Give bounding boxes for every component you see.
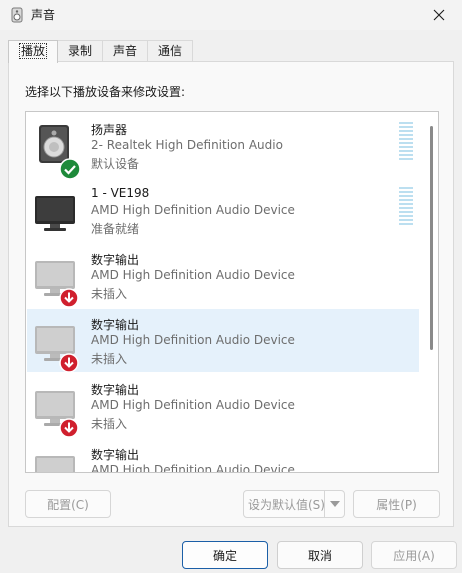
device-status: 准备就绪 (91, 222, 140, 236)
device-item[interactable]: 数字输出 AMD High Definition Audio Device 未插… (27, 374, 419, 438)
unplugged-badge-icon (59, 418, 79, 438)
unplugged-badge-icon (59, 288, 79, 308)
close-button[interactable] (416, 0, 462, 30)
device-description: AMD High Definition Audio Device (91, 398, 295, 412)
chevron-down-icon (329, 501, 340, 507)
device-item[interactable]: 扬声器 2- Realtek High Definition Audio 默认设… (27, 114, 419, 180)
close-icon (433, 9, 445, 21)
volume-meter (399, 122, 413, 162)
device-status: 未插入 (91, 352, 128, 366)
device-description: AMD High Definition Audio Device (91, 463, 295, 473)
window-title: 声音 (31, 8, 56, 22)
apply-button[interactable]: 应用(A) (371, 541, 457, 569)
monitor-icon (35, 196, 75, 231)
tab-strip: 播放 录制 声音 通信 (8, 40, 194, 63)
device-name: 数字输出 (91, 448, 140, 462)
device-name: 数字输出 (91, 253, 140, 267)
device-status: 未插入 (91, 417, 128, 431)
device-item[interactable]: 数字输出 AMD High Definition Audio Device (27, 439, 419, 473)
instruction-text: 选择以下播放设备来修改设置: (25, 85, 186, 99)
device-name: 数字输出 (91, 383, 140, 397)
tab-recording[interactable]: 录制 (57, 40, 104, 62)
device-description: 2- Realtek High Definition Audio (91, 138, 283, 152)
tab-sounds[interactable]: 声音 (102, 40, 149, 62)
device-name: 数字输出 (91, 318, 140, 332)
device-description: AMD High Definition Audio Device (91, 203, 295, 217)
device-status: 默认设备 (91, 157, 140, 171)
speaker-icon (11, 7, 23, 23)
device-item[interactable]: 数字输出 AMD High Definition Audio Device 未插… (27, 244, 419, 308)
cancel-button[interactable]: 取消 (277, 541, 363, 569)
scrollbar-thumb[interactable] (430, 126, 433, 350)
title-bar: 声音 (0, 0, 462, 30)
unplugged-badge-icon (59, 353, 79, 373)
device-description: AMD High Definition Audio Device (91, 333, 295, 347)
device-item-selected[interactable]: 数字输出 AMD High Definition Audio Device 未插… (27, 309, 419, 373)
set-default-dropdown[interactable] (324, 491, 344, 517)
tab-playback[interactable]: 播放 (8, 40, 59, 63)
device-description: AMD High Definition Audio Device (91, 268, 295, 282)
device-name: 扬声器 (91, 123, 128, 137)
monitor-unplugged-icon (35, 456, 75, 472)
volume-meter (399, 187, 413, 227)
set-default-button[interactable]: 设为默认值(S) (243, 490, 345, 518)
properties-button[interactable]: 属性(P) (353, 490, 440, 518)
playback-panel: 选择以下播放设备来修改设置: 扬声器 2- Realtek High Defin… (8, 61, 454, 527)
device-name: 1 - VE198 (91, 186, 150, 200)
device-list[interactable]: 扬声器 2- Realtek High Definition Audio 默认设… (25, 111, 439, 473)
ok-button[interactable]: 确定 (182, 541, 268, 569)
checkmark-badge-icon (59, 158, 81, 180)
configure-button[interactable]: 配置(C) (25, 490, 111, 518)
tab-communications[interactable]: 通信 (147, 40, 194, 62)
set-default-label: 设为默认值(S) (248, 497, 325, 512)
device-item[interactable]: 1 - VE198 AMD High Definition Audio Devi… (27, 179, 419, 242)
device-status: 未插入 (91, 287, 128, 301)
